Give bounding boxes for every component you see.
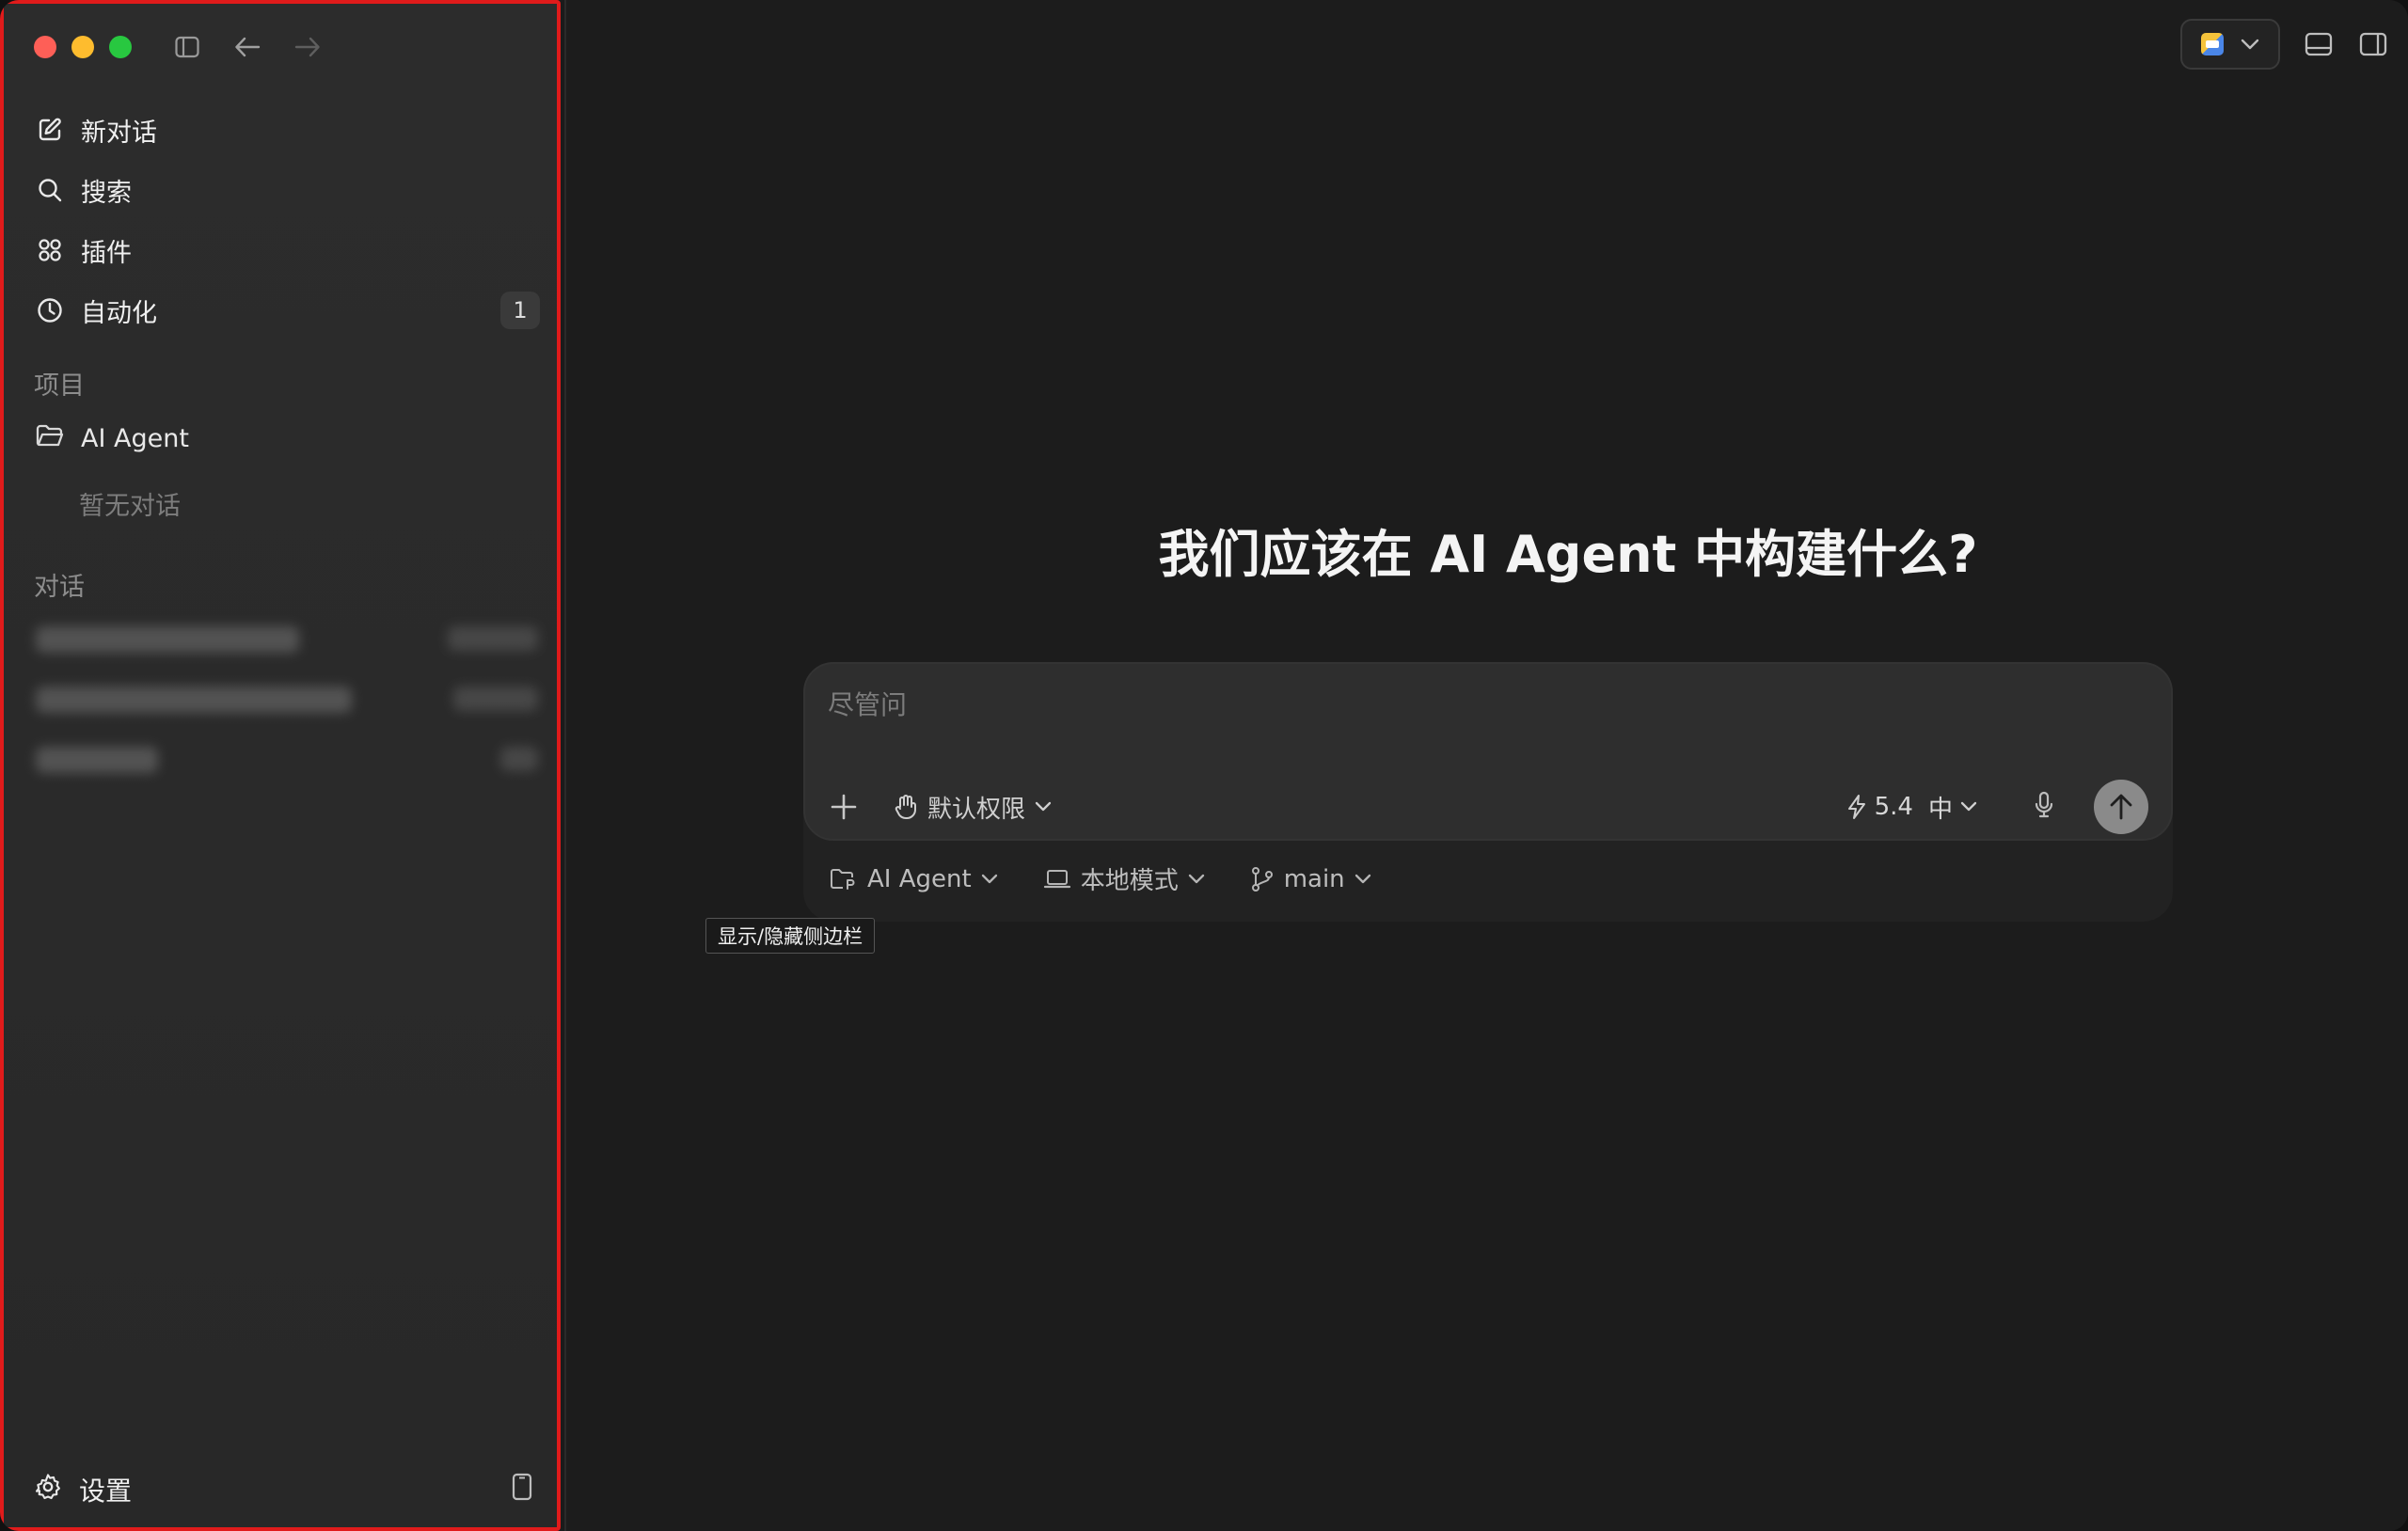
close-window-button[interactable]: [34, 36, 56, 58]
sidebar-icon: [175, 36, 199, 58]
blurred-chat-title: [36, 747, 158, 773]
toggle-sidebar-button[interactable]: [171, 28, 203, 66]
project-selector-label: AI Agent: [867, 864, 972, 893]
chevron-down-icon: [1960, 801, 1977, 812]
send-button[interactable]: [2094, 780, 2148, 834]
chevron-down-icon: [981, 874, 997, 883]
microphone-icon: [2035, 791, 2053, 818]
laptop-icon: [1043, 869, 1070, 888]
composer-right-controls: 5.4 中: [1846, 780, 2148, 834]
chevron-down-icon: [1354, 874, 1370, 883]
toggle-bottom-panel-button[interactable]: [2303, 25, 2335, 63]
zoom-window-button[interactable]: [109, 36, 132, 58]
open-in-app-dropdown[interactable]: [2180, 19, 2280, 70]
page-title: 我们应该在 AI Agent 中构建什么?: [1158, 525, 1978, 584]
forward-button[interactable]: [292, 28, 324, 66]
chat-list-item[interactable]: [36, 747, 538, 777]
permission-label: 默认权限: [927, 795, 1026, 824]
chats-section-label: 对话: [34, 573, 85, 602]
clock-icon: [36, 296, 64, 324]
blurred-chat-title: [36, 687, 352, 713]
sidebar-item-new-chat[interactable]: 新对话: [30, 100, 542, 160]
blurred-chat-title: [36, 626, 299, 653]
toggle-right-panel-button[interactable]: [2357, 25, 2389, 63]
phone-icon: [512, 1473, 532, 1501]
sidebar-item-label: 插件: [81, 238, 132, 268]
chat-list-item[interactable]: [36, 687, 538, 717]
git-branch-icon: [1251, 866, 1273, 892]
model-version: 5.4: [1874, 793, 1913, 821]
composer-toolbar: 默认权限 5.4 中: [828, 780, 2148, 834]
composer: 尽管问 默认权限 5.4 中: [803, 662, 2173, 841]
automation-count-badge: 1: [500, 292, 540, 329]
chevron-down-icon: [1188, 874, 1204, 883]
settings-label: 设置: [79, 1476, 133, 1507]
sidebar-item-label: 自动化: [81, 298, 157, 328]
project-folder-icon: [831, 868, 855, 890]
app-icon: [2201, 33, 2224, 55]
app-window: 新对话 搜索 插件 自动化 1 项目 AI Agent 暂无对话 对话 设置 我…: [0, 0, 2408, 1531]
branch-selector[interactable]: main: [1250, 865, 1371, 893]
arrow-left-icon: [235, 37, 261, 57]
hand-icon: [895, 795, 916, 819]
arrow-right-icon: [294, 37, 320, 57]
sidebar-item-label: 新对话: [81, 118, 157, 148]
main-toolbar: [2180, 19, 2389, 70]
chat-list-item[interactable]: [36, 626, 538, 656]
project-empty-text: 暂无对话: [79, 492, 181, 521]
sidebar-nav: 新对话 搜索 插件 自动化 1: [30, 100, 542, 340]
project-item-ai-agent[interactable]: AI Agent: [36, 423, 189, 454]
composer-footer: AI Agent 本地模式 main: [830, 861, 1371, 896]
plus-icon: [831, 794, 857, 820]
branch-selector-label: main: [1283, 864, 1345, 893]
sidebar-item-plugins[interactable]: 插件: [30, 220, 542, 280]
compose-icon: [36, 116, 64, 144]
projects-section-label: 项目: [34, 371, 85, 401]
mobile-device-button[interactable]: [512, 1473, 532, 1505]
permission-dropdown[interactable]: 默认权限: [894, 790, 1052, 825]
minimize-window-button[interactable]: [71, 36, 94, 58]
right-panel-icon: [2359, 32, 2387, 56]
blurred-chat-time: [448, 626, 538, 651]
chevron-down-icon: [1035, 801, 1052, 812]
blurred-chat-time: [500, 747, 538, 771]
project-selector[interactable]: AI Agent: [830, 865, 998, 893]
lightning-icon: [1847, 795, 1865, 819]
back-button[interactable]: [231, 28, 263, 66]
plugins-icon: [36, 236, 64, 264]
main-panel: 我们应该在 AI Agent 中构建什么? 尽管问 默认权限 5.4 中 AI …: [564, 0, 2408, 1531]
bottom-panel-icon: [2305, 32, 2333, 56]
blurred-chat-time: [453, 687, 538, 711]
project-name: AI Agent: [81, 424, 189, 453]
settings-button[interactable]: 设置: [34, 1471, 132, 1508]
model-effort: 中: [1927, 795, 1953, 824]
chevron-down-icon: [2241, 39, 2259, 50]
model-dropdown[interactable]: 5.4 中: [1846, 790, 1977, 825]
search-icon: [36, 176, 64, 204]
add-attachment-button[interactable]: [828, 791, 860, 823]
chat-input[interactable]: 尽管问: [828, 685, 907, 722]
arrow-up-icon: [2110, 794, 2132, 820]
sidebar-item-label: 搜索: [81, 178, 132, 208]
sidebar-item-automation[interactable]: 自动化 1: [30, 280, 542, 340]
folder-icon: [36, 423, 64, 454]
mode-selector-label: 本地模式: [1080, 867, 1179, 895]
window-controls: [34, 36, 132, 58]
sidebar-toggle-tooltip: 显示/隐藏侧边栏: [705, 918, 876, 954]
voice-input-button[interactable]: [2034, 791, 2054, 823]
mode-selector[interactable]: 本地模式: [1043, 861, 1205, 896]
sidebar-toolbar: [171, 28, 324, 66]
gear-icon: [34, 1473, 62, 1507]
sidebar-item-search[interactable]: 搜索: [30, 160, 542, 220]
sidebar: 新对话 搜索 插件 自动化 1 项目 AI Agent 暂无对话 对话 设置: [0, 0, 561, 1531]
